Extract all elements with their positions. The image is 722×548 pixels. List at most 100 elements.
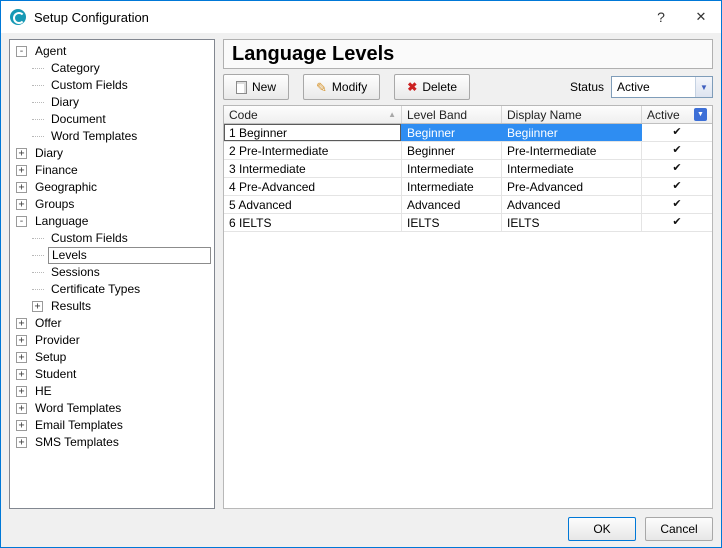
tree-item-label: Groups <box>32 197 77 212</box>
table-row[interactable]: 4 Pre-AdvancedIntermediatePre-Advanced ✔ <box>224 178 712 196</box>
cell-code[interactable]: 3 Intermediate <box>224 160 402 177</box>
table-row[interactable]: 6 IELTSIELTSIELTS✔ <box>224 214 712 232</box>
tree-item-label: Finance <box>32 163 81 178</box>
cell-level-band[interactable]: Advanced <box>402 196 502 213</box>
tree-item-sessions[interactable]: Sessions <box>12 264 214 281</box>
cell-code[interactable]: 1 Beginner <box>224 124 402 141</box>
tree-item-language[interactable]: -Language <box>12 213 214 230</box>
tree-item-category[interactable]: Category <box>12 60 214 77</box>
close-button[interactable]: ✕ <box>681 1 721 33</box>
tree-item-offer[interactable]: +Offer <box>12 315 214 332</box>
tree-item-word-templates[interactable]: +Word Templates <box>12 400 214 417</box>
checkbox-checked-icon[interactable]: ✔ <box>672 199 681 210</box>
cell-level-band[interactable]: IELTS <box>402 214 502 231</box>
cell-display-name[interactable]: Pre-Advanced <box>502 178 642 195</box>
tree-item-sms-templates[interactable]: +SMS Templates <box>12 434 214 451</box>
cell-code[interactable]: 5 Advanced <box>224 196 402 213</box>
cell-display-name[interactable]: Advanced <box>502 196 642 213</box>
expand-icon[interactable]: + <box>16 165 27 176</box>
tree-item-setup[interactable]: +Setup <box>12 349 214 366</box>
chevron-down-icon[interactable]: ▼ <box>695 77 712 97</box>
checkbox-checked-icon[interactable]: ✔ <box>672 181 681 192</box>
checkbox-checked-icon[interactable]: ✔ <box>672 163 681 174</box>
tree-item-certificate-types[interactable]: Certificate Types <box>12 281 214 298</box>
tree-item-custom-fields[interactable]: Custom Fields <box>12 77 214 94</box>
checkbox-checked-icon[interactable]: ✔ <box>672 217 681 228</box>
cancel-button[interactable]: Cancel <box>645 517 713 541</box>
table-header: Code ▲ Level Band Display Name Active ▼ <box>224 106 712 124</box>
delete-button[interactable]: ✖ Delete <box>394 74 470 100</box>
tree-item-label: Word Templates <box>48 129 140 144</box>
table-row[interactable]: 2 Pre-IntermediateBeginnerPre-Intermedia… <box>224 142 712 160</box>
table-row[interactable]: 5 AdvancedAdvancedAdvanced✔ <box>224 196 712 214</box>
expand-icon[interactable]: + <box>32 301 43 312</box>
window-title: Setup Configuration <box>34 10 149 25</box>
cell-active[interactable]: ✔ <box>642 214 712 231</box>
collapse-icon[interactable]: - <box>16 216 27 227</box>
new-button[interactable]: New <box>223 74 289 100</box>
table-row[interactable]: 3 IntermediateIntermediateIntermediate✔ <box>224 160 712 178</box>
cell-level-band[interactable]: Beginner <box>402 124 502 141</box>
tree-item-word-templates[interactable]: Word Templates <box>12 128 214 145</box>
tree-item-custom-fields[interactable]: Custom Fields <box>12 230 214 247</box>
cell-active[interactable]: ✔ <box>642 142 712 159</box>
cell-code[interactable]: 6 IELTS <box>224 214 402 231</box>
checkbox-checked-icon[interactable]: ✔ <box>672 145 681 156</box>
status-group: Status Active ▼ <box>570 76 713 98</box>
column-header-display-name[interactable]: Display Name <box>502 106 642 123</box>
main-panel: Language Levels New ✎ Modify ✖ Delete St… <box>223 39 713 509</box>
cell-display-name[interactable]: Pre-Intermediate <box>502 142 642 159</box>
expand-icon[interactable]: + <box>16 352 27 363</box>
filter-icon[interactable]: ▼ <box>694 108 707 121</box>
expand-icon[interactable]: + <box>16 403 27 414</box>
cell-display-name[interactable]: IELTS <box>502 214 642 231</box>
column-header-active[interactable]: Active ▼ <box>642 106 712 123</box>
expand-icon[interactable]: + <box>16 148 27 159</box>
tree-item-groups[interactable]: + Groups <box>12 196 214 213</box>
expand-icon[interactable]: + <box>16 335 27 346</box>
tree-item-he[interactable]: +HE <box>12 383 214 400</box>
tree-item-geographic[interactable]: +Geographic <box>12 179 214 196</box>
expand-icon[interactable]: + <box>16 199 27 210</box>
tree-item-results[interactable]: +Results <box>12 298 214 315</box>
expand-icon[interactable]: + <box>16 437 27 448</box>
cell-code[interactable]: 4 Pre-Advanced <box>224 178 402 195</box>
checkbox-checked-icon[interactable]: ✔ <box>672 127 681 138</box>
modify-button[interactable]: ✎ Modify <box>303 74 380 100</box>
tree-item-document[interactable]: Document <box>12 111 214 128</box>
cell-level-band[interactable]: Beginner <box>402 142 502 159</box>
cell-active[interactable]: ✔ <box>642 160 712 177</box>
tree-item-finance[interactable]: + Finance <box>12 162 214 179</box>
column-header-code[interactable]: Code ▲ <box>224 106 402 123</box>
tree-item-email-templates[interactable]: +Email Templates <box>12 417 214 434</box>
tree-item-diary[interactable]: Diary <box>12 94 214 111</box>
tree-item-levels[interactable]: Levels <box>12 247 214 264</box>
cell-display-name[interactable]: Begiinner <box>502 124 642 141</box>
expand-icon[interactable]: + <box>16 182 27 193</box>
tree-item-label: Certificate Types <box>48 282 143 297</box>
help-button[interactable]: ? <box>641 1 681 33</box>
expand-icon[interactable]: + <box>16 318 27 329</box>
tree-item-diary[interactable]: +Diary <box>12 145 214 162</box>
column-header-level-band[interactable]: Level Band <box>402 106 502 123</box>
cell-level-band[interactable]: Intermediate <box>402 160 502 177</box>
table-row[interactable]: 1 BeginnerBeginnerBegiinner ✔ <box>224 124 712 142</box>
collapse-icon[interactable]: - <box>16 46 27 57</box>
cell-active[interactable]: ✔ <box>642 124 712 141</box>
tree-item-label: Student <box>32 367 79 382</box>
cell-active[interactable]: ✔ <box>642 196 712 213</box>
cell-active[interactable]: ✔ <box>642 178 712 195</box>
tree-item-provider[interactable]: +Provider <box>12 332 214 349</box>
cell-level-band[interactable]: Intermediate <box>402 178 502 195</box>
tree-item-agent[interactable]: -Agent <box>12 43 214 60</box>
tree-item-student[interactable]: + Student <box>12 366 214 383</box>
tree-connector <box>32 102 44 103</box>
cell-display-name[interactable]: Intermediate <box>502 160 642 177</box>
ok-button[interactable]: OK <box>568 517 636 541</box>
cell-code[interactable]: 2 Pre-Intermediate <box>224 142 402 159</box>
expand-icon[interactable]: + <box>16 369 27 380</box>
tree-connector <box>32 119 44 120</box>
expand-icon[interactable]: + <box>16 386 27 397</box>
status-dropdown[interactable]: Active ▼ <box>611 76 713 98</box>
expand-icon[interactable]: + <box>16 420 27 431</box>
